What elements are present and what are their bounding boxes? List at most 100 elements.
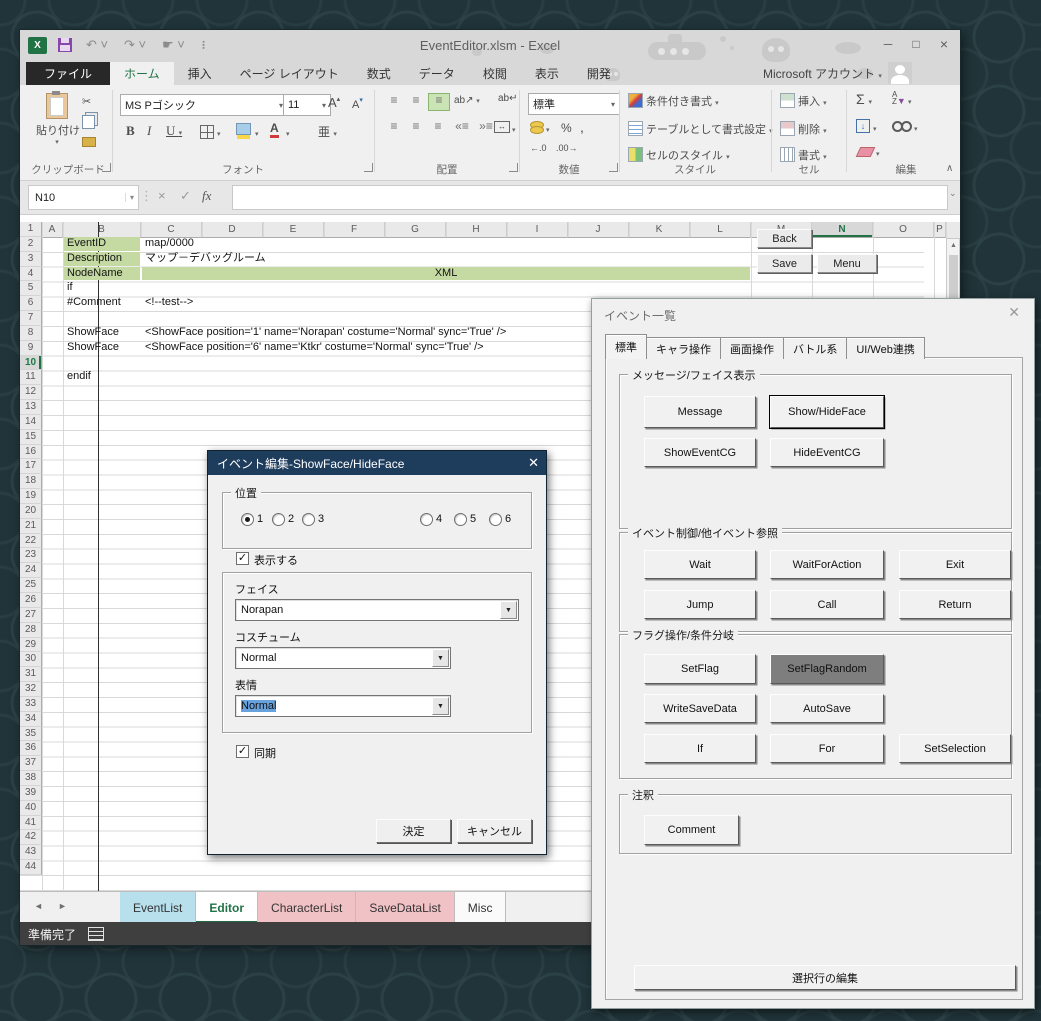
row-header-2[interactable]: 2 xyxy=(20,236,42,252)
row-header-17[interactable]: 17 xyxy=(20,459,42,475)
shrink-font-icon[interactable]: A▾ xyxy=(352,96,363,111)
cell-B8[interactable]: ShowFace xyxy=(64,326,140,340)
sort-filter-icon[interactable]: A Z▼ ▾ xyxy=(892,91,912,107)
row-header-11[interactable]: 11 xyxy=(20,370,42,386)
cell-B11[interactable]: endif xyxy=(64,370,140,384)
hideeventcg-button[interactable]: HideEventCG xyxy=(770,438,884,467)
costume-combo[interactable]: Normal ▼ xyxy=(235,647,451,669)
row-header-4[interactable]: 4 xyxy=(20,266,42,282)
row-header-28[interactable]: 28 xyxy=(20,622,42,638)
sheet-tab-Misc[interactable]: Misc xyxy=(454,892,507,923)
cancel-entry-icon[interactable]: × xyxy=(158,188,166,203)
name-box[interactable]: N10 ▾ xyxy=(28,185,139,210)
writesavedata-button[interactable]: WriteSaveData xyxy=(644,694,756,723)
align-left-icon[interactable]: ≡ xyxy=(384,119,404,135)
setflag-button[interactable]: SetFlag xyxy=(644,654,756,684)
name-box-arrow[interactable]: ▾ xyxy=(124,193,138,202)
align-center-icon[interactable]: ≡ xyxy=(406,119,426,135)
autosave-button[interactable]: AutoSave xyxy=(770,694,884,723)
font-size-combo[interactable]: 11 ▾ xyxy=(283,94,331,116)
call-button[interactable]: Call xyxy=(770,590,884,619)
show-hideface-button[interactable]: Show/HideFace xyxy=(769,395,885,429)
phonetic-icon[interactable]: 亜 ▾ xyxy=(318,123,337,140)
position-radio-4[interactable] xyxy=(420,513,433,526)
row-header-24[interactable]: 24 xyxy=(20,563,42,579)
sheet-tab-EventList[interactable]: EventList xyxy=(120,892,197,923)
formula-input[interactable] xyxy=(232,185,948,210)
face-combo[interactable]: Norapan ▼ xyxy=(235,599,519,621)
column-header-K[interactable]: K xyxy=(629,222,690,238)
number-format-combo[interactable]: 標準 ▾ xyxy=(528,93,620,115)
row-header-44[interactable]: 44 xyxy=(20,860,42,875)
grow-font-icon[interactable]: A▴ xyxy=(328,95,340,110)
jump-button[interactable]: Jump xyxy=(644,590,756,619)
align-top-icon[interactable]: ≡ xyxy=(384,93,404,109)
cut-icon[interactable]: ✂ xyxy=(82,95,91,108)
column-header-L[interactable]: L xyxy=(690,222,751,238)
sheet-scroll-right-icon[interactable]: ► xyxy=(58,901,67,911)
row-header-43[interactable]: 43 xyxy=(20,845,42,861)
decrease-indent-icon[interactable]: «≡ xyxy=(452,119,472,135)
panel-tab-UI/Web連携[interactable]: UI/Web連携 xyxy=(847,337,925,359)
row-header-19[interactable]: 19 xyxy=(20,489,42,504)
row-header-30[interactable]: 30 xyxy=(20,652,42,668)
row-header-23[interactable]: 23 xyxy=(20,548,42,564)
wrap-text-icon[interactable]: ab↵ xyxy=(498,93,518,104)
confirm-entry-icon[interactable]: ✓ xyxy=(180,188,191,204)
row-header-22[interactable]: 22 xyxy=(20,533,42,549)
row-header-38[interactable]: 38 xyxy=(20,771,42,786)
tab-データ[interactable]: データ xyxy=(405,62,469,85)
comma-icon[interactable]: , xyxy=(580,119,584,135)
orientation-icon[interactable]: ab↗ ▾ xyxy=(454,95,480,106)
comment-button[interactable]: Comment xyxy=(644,815,739,845)
column-header-H[interactable]: H xyxy=(446,222,507,238)
copy-icon[interactable] xyxy=(82,115,95,129)
save-button[interactable]: Save xyxy=(757,254,812,273)
borders-arrow[interactable]: ▾ xyxy=(217,127,221,139)
column-header-I[interactable]: I xyxy=(507,222,568,238)
row-header-25[interactable]: 25 xyxy=(20,578,42,593)
bold-button[interactable]: B xyxy=(126,123,135,139)
position-radio-3[interactable] xyxy=(302,513,315,526)
wait-button[interactable]: Wait xyxy=(644,550,756,579)
row-header-33[interactable]: 33 xyxy=(20,696,42,712)
row-header-10[interactable]: 10 xyxy=(20,355,42,371)
column-header-E[interactable]: E xyxy=(263,222,324,238)
column-header-C[interactable]: C xyxy=(141,222,202,238)
tab-挿入[interactable]: 挿入 xyxy=(174,62,226,85)
face-combo-arrow[interactable]: ▼ xyxy=(500,601,517,619)
cell-C2[interactable]: map/0000 xyxy=(142,237,750,251)
font-color-icon[interactable]: A xyxy=(270,121,279,138)
alignment-dialog-launcher[interactable] xyxy=(509,163,518,172)
fill-down-icon[interactable]: ↓ xyxy=(856,119,870,133)
column-header-A[interactable]: A xyxy=(42,222,63,238)
tab-ホーム[interactable]: ホーム xyxy=(110,62,174,85)
panel-tab-標準[interactable]: 標準 xyxy=(605,334,647,359)
row-header-42[interactable]: 42 xyxy=(20,830,42,846)
row-header-16[interactable]: 16 xyxy=(20,444,42,460)
row-header-41[interactable]: 41 xyxy=(20,815,42,831)
clear-arrow[interactable]: ▾ xyxy=(876,147,880,159)
row-header-14[interactable]: 14 xyxy=(20,414,42,430)
tab-ページ レイアウト[interactable]: ページ レイアウト xyxy=(226,62,353,85)
cell-C3[interactable]: マップ－デバッグルーム xyxy=(142,252,750,266)
back-button[interactable]: Back xyxy=(757,229,812,248)
tab-開発[interactable]: 開発 xyxy=(573,62,625,85)
sheet-tab-Editor[interactable]: Editor xyxy=(196,892,259,923)
row-header-18[interactable]: 18 xyxy=(20,474,42,490)
position-radio-5[interactable] xyxy=(454,513,467,526)
setflagrandom-button[interactable]: SetFlagRandom xyxy=(770,654,884,684)
column-header-B[interactable]: B xyxy=(63,222,141,238)
position-radio-1[interactable] xyxy=(241,513,254,526)
row-header-40[interactable]: 40 xyxy=(20,800,42,816)
column-header-F[interactable]: F xyxy=(324,222,385,238)
position-radio-6[interactable] xyxy=(489,513,502,526)
cell-B9[interactable]: ShowFace xyxy=(64,341,140,355)
tab-ファイル[interactable]: ファイル xyxy=(26,62,111,85)
message-button[interactable]: Message xyxy=(644,396,756,428)
increase-decimal-icon[interactable]: ←.0 xyxy=(530,143,547,153)
tab-表示[interactable]: 表示 xyxy=(521,62,573,85)
fill-color-icon[interactable] xyxy=(236,123,251,135)
cell-B5[interactable]: if xyxy=(64,281,140,295)
row-header-34[interactable]: 34 xyxy=(20,711,42,727)
